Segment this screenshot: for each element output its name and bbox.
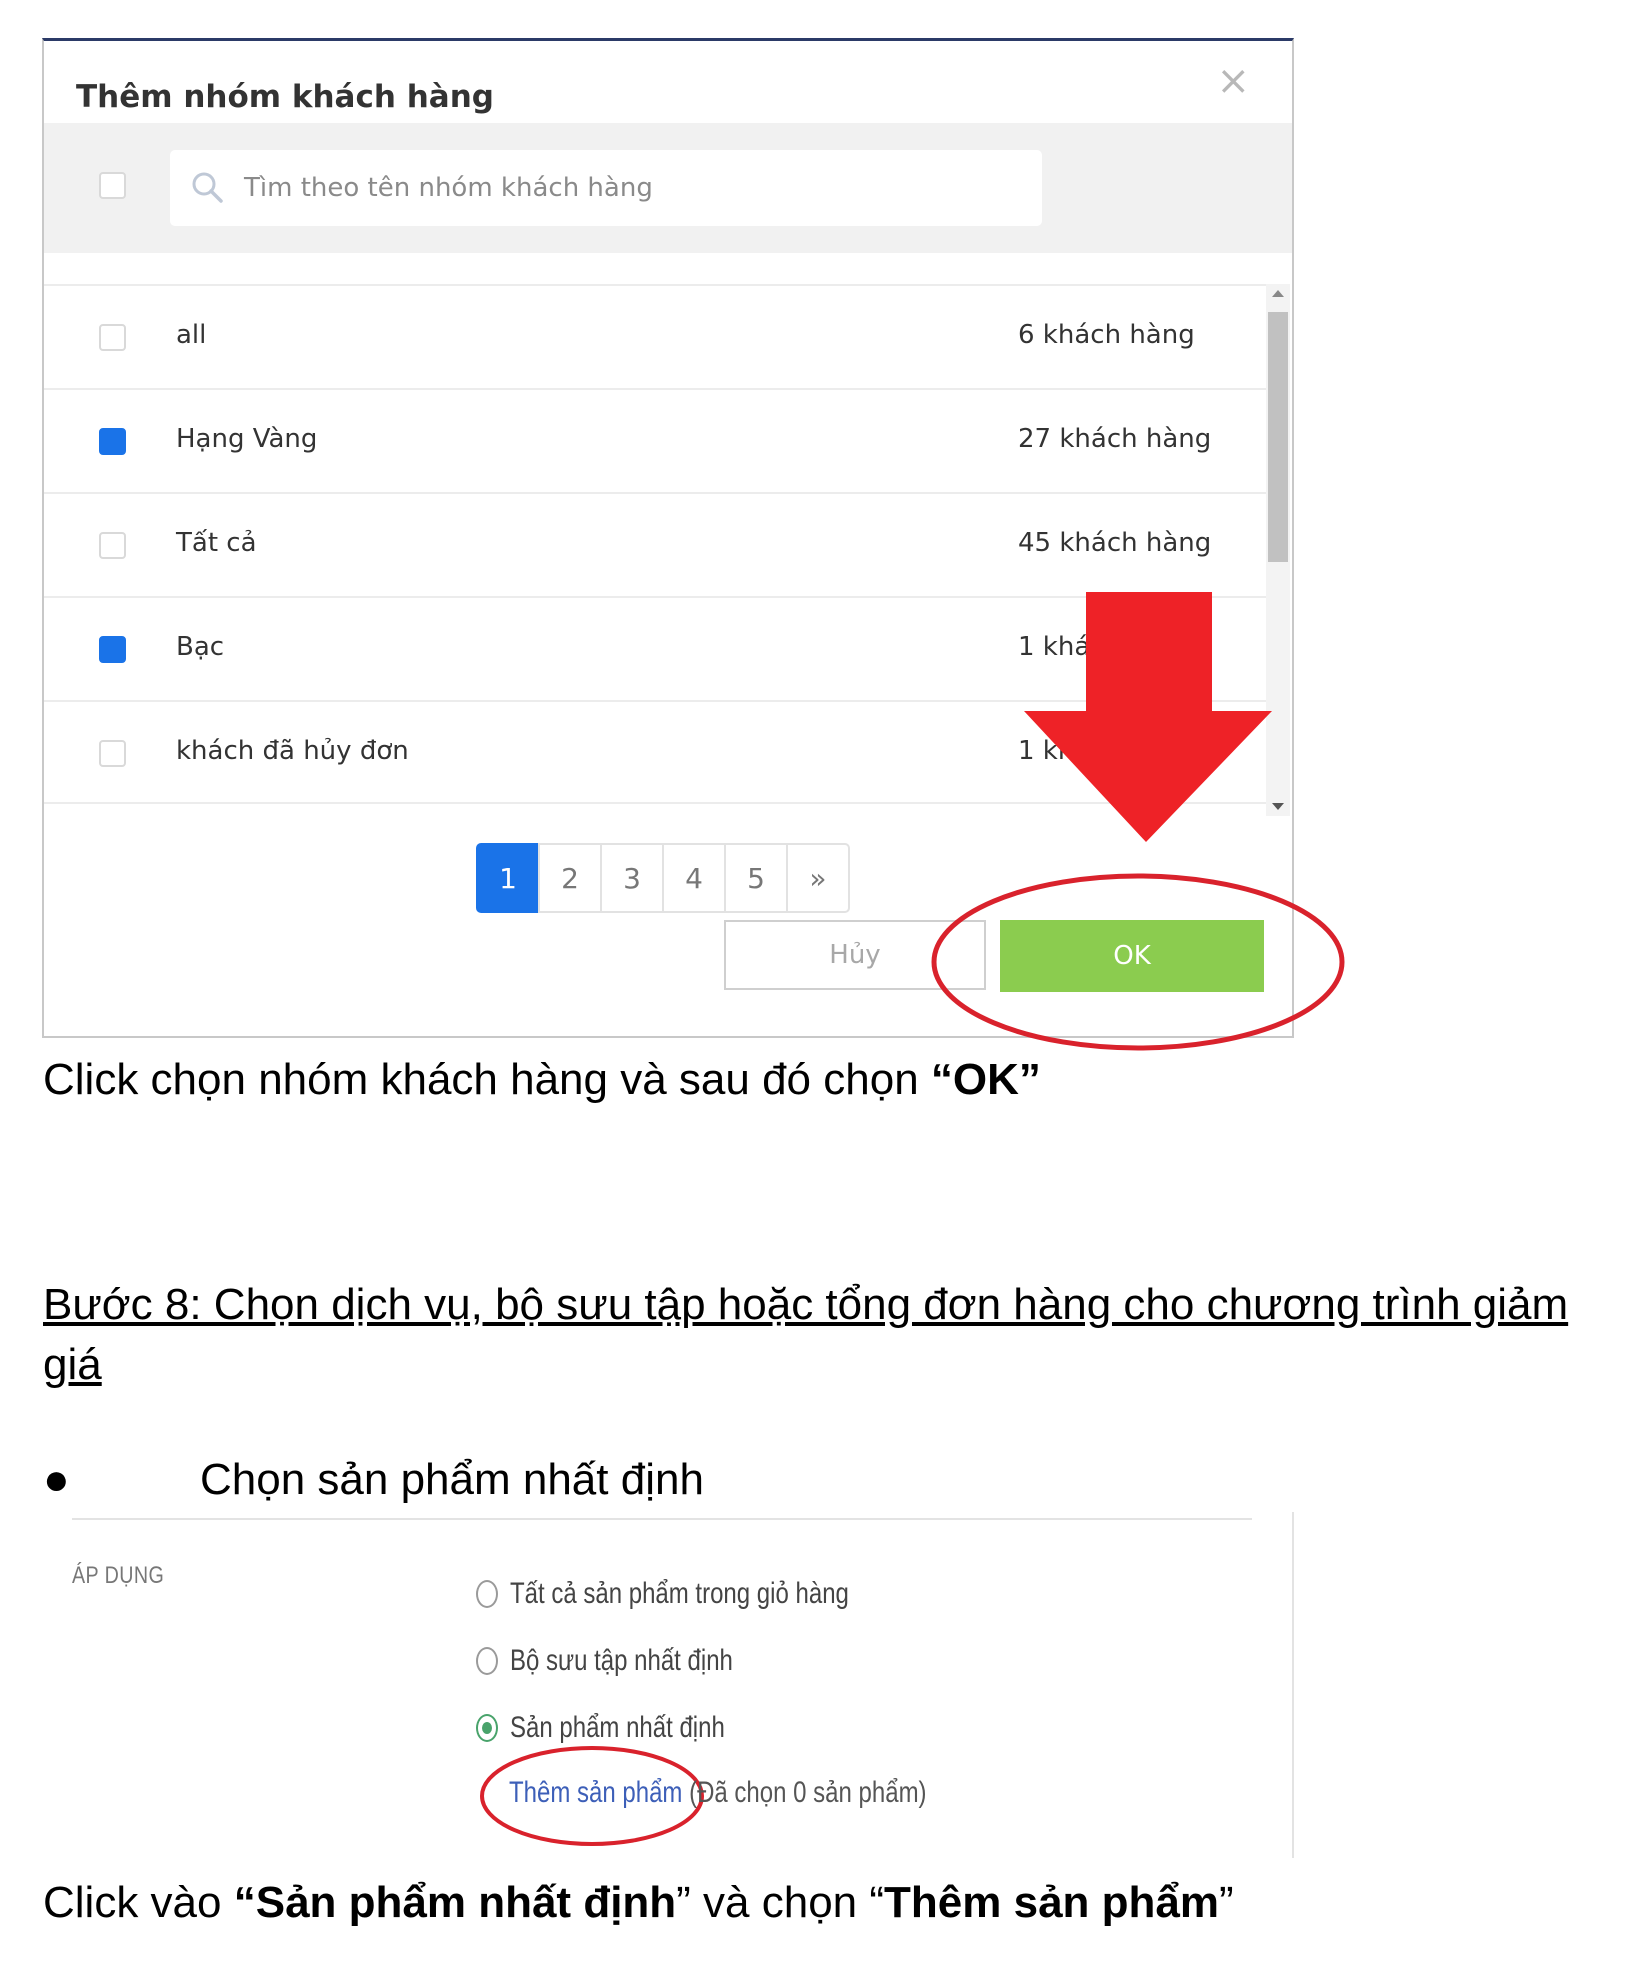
caption-bold: Thêm sản phẩm <box>884 1878 1220 1927</box>
bullet-icon: ● <box>43 1455 70 1504</box>
group-name: Bạc <box>176 632 225 662</box>
list-item[interactable]: all 6 khách hàng <box>44 284 1266 388</box>
page-4-button[interactable]: 4 <box>662 843 726 913</box>
scrollbar-thumb[interactable] <box>1268 312 1288 562</box>
group-count: 27 khách hàng <box>1018 424 1212 454</box>
cancel-button[interactable]: Hủy <box>724 920 986 990</box>
option-all-cart-products[interactable]: Tất cả sản phẩm trong giỏ hàng <box>476 1574 934 1614</box>
next-page-button[interactable]: » <box>786 843 850 913</box>
add-product-link[interactable]: Thêm sản phẩm <box>509 1776 682 1809</box>
caption-part: ” và chọn “ <box>676 1878 885 1927</box>
radio-button[interactable] <box>476 1714 498 1742</box>
option-specific-products[interactable]: Sản phẩm nhất định <box>476 1708 779 1748</box>
radio-button[interactable] <box>476 1647 498 1675</box>
caption-text: Click chọn nhóm khách hàng và sau đó chọ… <box>43 1055 931 1104</box>
step-8-heading: Bước 8: Chọn dịch vụ, bộ sưu tập hoặc tổ… <box>43 1280 1569 1389</box>
option-label: Sản phẩm nhất định <box>510 1711 725 1744</box>
caption-bold: “OK” <box>930 1055 1041 1104</box>
caption-bold: “Sản phẩm nhất định <box>233 1878 677 1927</box>
caption-part: ” <box>1219 1878 1234 1927</box>
divider <box>1292 1512 1294 1858</box>
row-checkbox[interactable] <box>99 636 126 663</box>
page-2-button[interactable]: 2 <box>538 843 602 913</box>
group-name: all <box>176 320 207 350</box>
ok-button[interactable]: OK <box>1000 920 1264 992</box>
row-checkbox[interactable] <box>99 532 126 559</box>
apply-scope-panel: ÁP DỤNG Tất cả sản phẩm trong giỏ hàng B… <box>72 1512 1294 1858</box>
scroll-down-icon[interactable] <box>1272 803 1284 810</box>
pagination: 1 2 3 4 5 » <box>476 843 850 913</box>
row-checkbox[interactable] <box>99 428 126 455</box>
apply-label: ÁP DỤNG <box>72 1562 165 1589</box>
page-5-button[interactable]: 5 <box>724 843 788 913</box>
list-item[interactable]: Tất cả 45 khách hàng <box>44 492 1266 596</box>
select-all-checkbox[interactable] <box>99 172 126 199</box>
group-count: 45 khách hàng <box>1018 528 1212 558</box>
list-scrollbar[interactable] <box>1266 284 1290 816</box>
add-product-line: Thêm sản phẩm (Đã chọn 0 sản phẩm) <box>509 1776 927 1810</box>
group-name: khách đã hủy đơn <box>176 736 409 766</box>
search-placeholder: Tìm theo tên nhóm khách hàng <box>244 173 653 203</box>
bullet-text: Chọn sản phẩm nhất định <box>200 1455 704 1504</box>
row-checkbox[interactable] <box>99 740 126 767</box>
close-icon[interactable]: × <box>1216 61 1250 101</box>
caption-step-8: Click vào “Sản phẩm nhất định” và chọn “… <box>43 1878 1234 1928</box>
option-label: Tất cả sản phẩm trong giỏ hàng <box>510 1577 849 1610</box>
search-input[interactable]: Tìm theo tên nhóm khách hàng <box>170 150 1042 226</box>
row-checkbox[interactable] <box>99 324 126 351</box>
caption-step-7: Click chọn nhóm khách hàng và sau đó chọ… <box>43 1055 1041 1105</box>
group-name: Hạng Vàng <box>176 424 318 454</box>
option-label: Bộ sưu tập nhất định <box>510 1644 733 1677</box>
customer-group-list: all 6 khách hàng Hạng Vàng 27 khách hàng… <box>44 284 1266 804</box>
caption-part: Click vào <box>43 1878 234 1927</box>
selected-count-note: (Đã chọn 0 sản phẩm) <box>682 1776 927 1809</box>
group-name: Tất cả <box>176 528 257 558</box>
group-count: 1 khá <box>1018 632 1091 662</box>
list-item[interactable]: Hạng Vàng 27 khách hàng <box>44 388 1266 492</box>
radio-button[interactable] <box>476 1580 498 1608</box>
modal-title: Thêm nhóm khách hàng <box>76 79 494 115</box>
search-bar: Tìm theo tên nhóm khách hàng <box>44 123 1292 253</box>
option-specific-collection[interactable]: Bộ sưu tập nhất định <box>476 1641 789 1681</box>
page-3-button[interactable]: 3 <box>600 843 664 913</box>
scroll-up-icon[interactable] <box>1272 290 1284 297</box>
group-count: 6 khách hàng <box>1018 320 1195 350</box>
search-icon <box>192 172 223 203</box>
page-1-button[interactable]: 1 <box>476 843 540 913</box>
divider <box>72 1518 1252 1520</box>
group-count: 1 kh <box>1018 736 1075 766</box>
add-customer-group-modal: Thêm nhóm khách hàng × Tìm theo tên nhóm… <box>42 38 1294 1038</box>
list-item[interactable]: Bạc 1 khá <box>44 596 1266 700</box>
list-item[interactable]: khách đã hủy đơn 1 kh <box>44 700 1266 804</box>
